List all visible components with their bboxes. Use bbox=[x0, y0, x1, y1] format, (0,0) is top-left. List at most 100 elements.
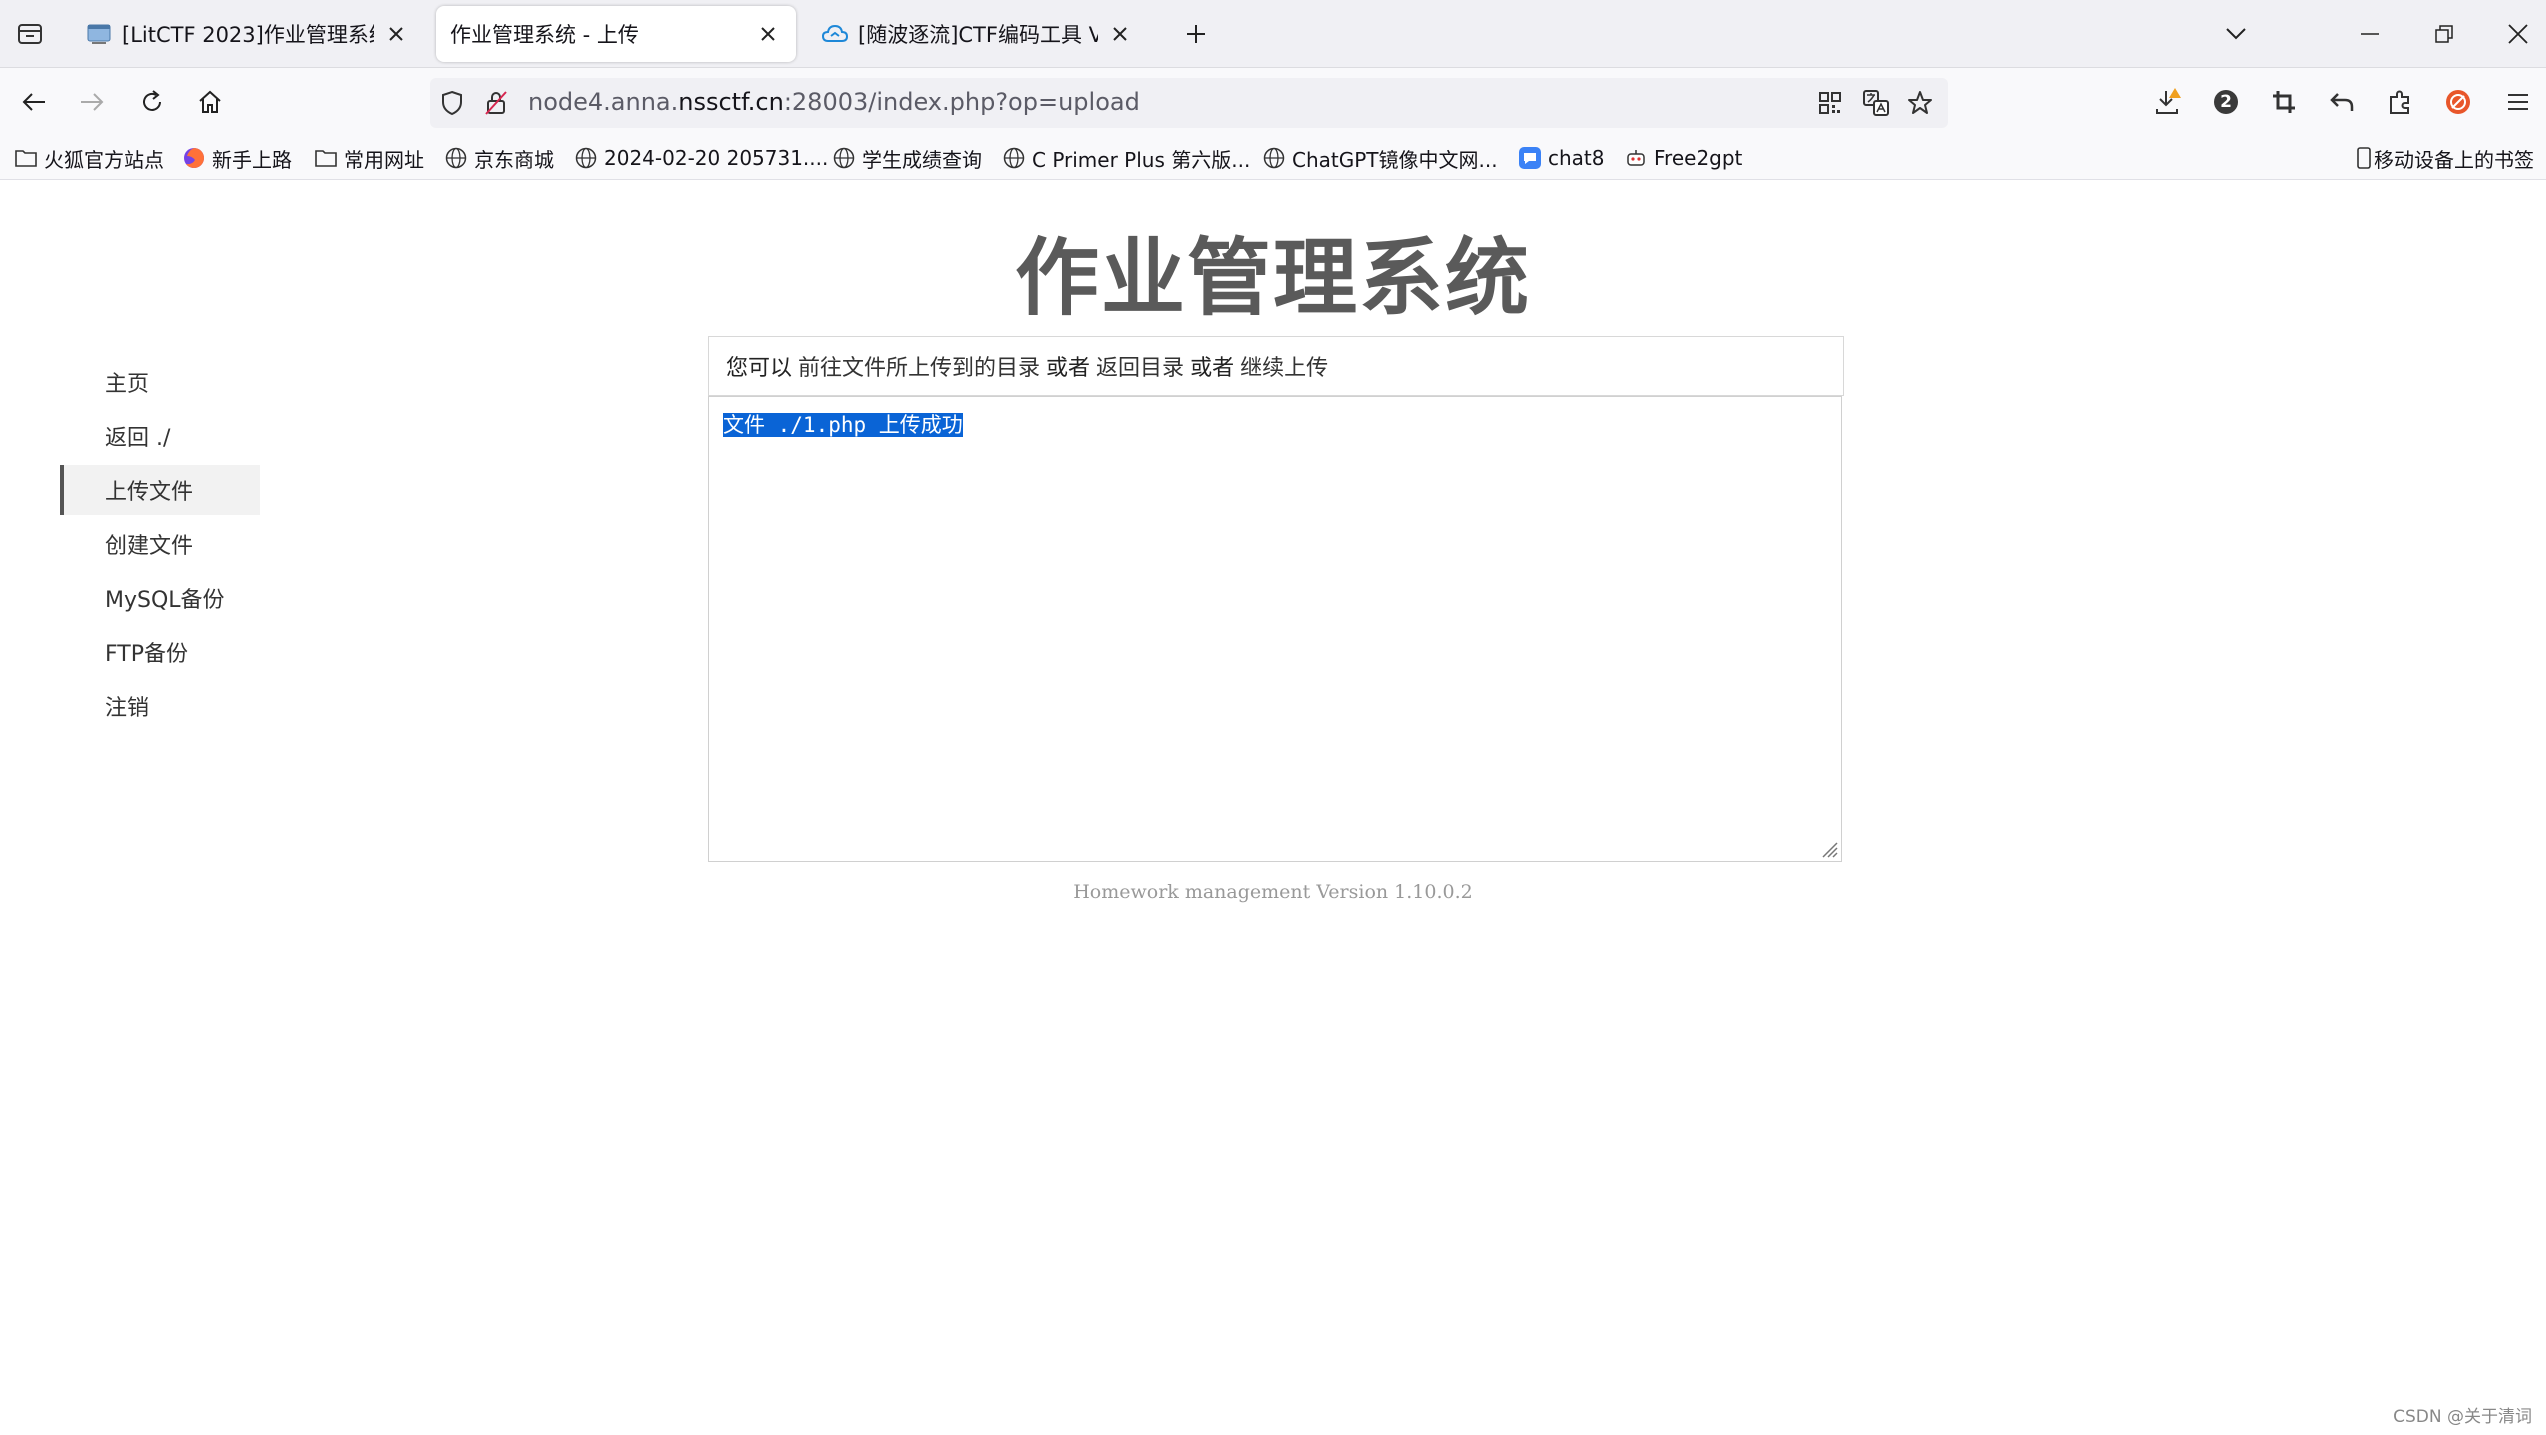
url-text[interactable]: node4.anna.nssctf.cn:28003/index.php?op=… bbox=[528, 88, 1140, 116]
nav-item-create-file[interactable]: 创建文件 bbox=[60, 519, 260, 569]
page-title: 作业管理系统 bbox=[1014, 229, 1531, 327]
upload-result-text: 文件 ./1.php 上传成功 bbox=[723, 413, 963, 437]
download-icon bbox=[2156, 88, 2181, 114]
nav-item-ftp-backup[interactable]: FTP备份 bbox=[60, 627, 260, 677]
bookmark-label: 京东商城 bbox=[474, 147, 554, 172]
tab-title: [随波逐流]CTF编码工具 V5.9 2( bbox=[858, 23, 1098, 47]
nav-item-back[interactable]: 返回 ./ bbox=[60, 411, 260, 461]
tab-list-icon bbox=[18, 24, 42, 44]
new-tab-button[interactable] bbox=[1178, 16, 1214, 52]
tab-title: [LitCTF 2023]作业管理系统 | N bbox=[122, 23, 374, 47]
side-nav: 主页 返回 ./ 上传文件 创建文件 MySQL备份 FTP备份 注销 bbox=[60, 357, 260, 735]
downloads-button[interactable] bbox=[2148, 82, 2188, 122]
globe-icon bbox=[1002, 146, 1026, 170]
close-icon[interactable] bbox=[754, 20, 782, 48]
close-icon bbox=[2508, 24, 2528, 44]
version-footer: Homework management Version 1.10.0.2 bbox=[1073, 881, 1473, 903]
blocked-extension-button[interactable] bbox=[2438, 82, 2478, 122]
bookmark-item[interactable]: ChatGPT镜像中文网... bbox=[1262, 142, 1498, 174]
bookmark-star-icon[interactable] bbox=[1904, 87, 1936, 119]
translate-icon[interactable] bbox=[1860, 87, 1892, 119]
bookmark-label: 新手上路 bbox=[212, 147, 292, 172]
nav-item-upload[interactable]: 上传文件 bbox=[60, 465, 260, 515]
back-to-dir-link[interactable]: 返回目录 bbox=[1096, 350, 1184, 382]
back-button[interactable] bbox=[14, 82, 54, 122]
close-icon[interactable] bbox=[382, 20, 410, 48]
reload-button[interactable] bbox=[132, 82, 172, 122]
tab-ctf-tool[interactable]: [随波逐流]CTF编码工具 V5.9 2( bbox=[808, 6, 1148, 62]
url-bar[interactable]: node4.anna.nssctf.cn:28003/index.php?op=… bbox=[430, 78, 1948, 128]
message-prefix: 您可以 bbox=[726, 356, 793, 381]
bookmark-label: 火狐官方站点 bbox=[44, 147, 164, 172]
bot-icon bbox=[1624, 146, 1648, 170]
bookmark-label: 2024-02-20 205731.... bbox=[604, 146, 829, 170]
globe-icon bbox=[574, 146, 598, 170]
bookmark-item[interactable]: 学生成绩查询 bbox=[832, 142, 982, 174]
account-badge-button[interactable]: 2 bbox=[2206, 82, 2246, 122]
shield-icon[interactable] bbox=[436, 87, 468, 119]
nav-item-mysql-backup[interactable]: MySQL备份 bbox=[60, 573, 260, 623]
undo-icon bbox=[2330, 93, 2354, 111]
bookmark-label: ChatGPT镜像中文网... bbox=[1292, 147, 1498, 172]
mobile-icon bbox=[2356, 146, 2372, 170]
hamburger-icon bbox=[2508, 94, 2528, 110]
url-host: nssctf.cn bbox=[678, 88, 784, 116]
result-textarea[interactable]: 文件 ./1.php 上传成功 bbox=[708, 396, 1842, 862]
bookmark-item[interactable]: chat8 bbox=[1518, 142, 1605, 174]
bookmarks-bar: 火狐官方站点 新手上路 常用网址 京东商城 2024-02-20 205731.… bbox=[0, 136, 2546, 180]
cloud-icon bbox=[822, 21, 848, 47]
list-all-tabs-button[interactable] bbox=[2214, 12, 2258, 56]
bookmark-item[interactable]: 京东商城 bbox=[444, 142, 554, 174]
url-suffix: :28003/index.php?op=upload bbox=[783, 88, 1140, 116]
bookmark-label: C Primer Plus 第六版... bbox=[1032, 147, 1251, 172]
watermark: CSDN @关于清词 bbox=[2393, 1407, 2532, 1427]
tab-list-button[interactable] bbox=[10, 14, 50, 54]
globe-icon bbox=[1262, 146, 1286, 170]
screenshot-button[interactable] bbox=[2264, 82, 2304, 122]
forward-arrow-icon bbox=[81, 93, 104, 111]
undo-button[interactable] bbox=[2322, 82, 2362, 122]
reload-icon bbox=[143, 90, 161, 111]
bookmark-label: chat8 bbox=[1548, 146, 1605, 170]
plus-icon bbox=[1187, 25, 1205, 43]
forward-button[interactable] bbox=[72, 82, 112, 122]
bookmark-item[interactable]: Free2gpt bbox=[1624, 142, 1742, 174]
bookmark-item[interactable]: 常用网址 bbox=[314, 142, 424, 174]
tab-upload[interactable]: 作业管理系统 - 上传 bbox=[436, 6, 796, 62]
close-window-button[interactable] bbox=[2496, 12, 2540, 56]
bookmark-label: 常用网址 bbox=[344, 147, 424, 172]
mobile-bookmarks[interactable]: 移动设备上的书签 bbox=[2356, 142, 2534, 174]
minimize-icon bbox=[2361, 33, 2379, 35]
bookmark-label: Free2gpt bbox=[1654, 146, 1743, 170]
folder-icon bbox=[314, 146, 338, 170]
home-icon bbox=[199, 90, 221, 113]
chevron-down-icon bbox=[2226, 28, 2246, 40]
goto-upload-dir-link[interactable]: 前往文件所上传到的目录 bbox=[798, 350, 1040, 382]
minimize-button[interactable] bbox=[2348, 12, 2392, 56]
message-or: 或者 bbox=[1046, 356, 1091, 381]
globe-icon bbox=[444, 146, 468, 170]
blocked-icon bbox=[2446, 90, 2470, 114]
bookmark-item[interactable]: 火狐官方站点 bbox=[14, 142, 164, 174]
bookmark-item[interactable]: C Primer Plus 第六版... bbox=[1002, 142, 1250, 174]
qrcode-icon[interactable] bbox=[1814, 87, 1846, 119]
bookmark-item[interactable]: 2024-02-20 205731.... bbox=[574, 142, 828, 174]
folder-icon bbox=[14, 146, 38, 170]
url-prefix: node4.anna. bbox=[528, 88, 679, 116]
restore-button[interactable] bbox=[2422, 12, 2466, 56]
tab-litctf[interactable]: [LitCTF 2023]作业管理系统 | N bbox=[72, 6, 424, 62]
puzzle-icon bbox=[2390, 90, 2409, 114]
nav-item-home[interactable]: 主页 bbox=[60, 357, 260, 407]
extensions-button[interactable] bbox=[2380, 82, 2420, 122]
nav-item-logout[interactable]: 注销 bbox=[60, 681, 260, 731]
home-button[interactable] bbox=[190, 82, 230, 122]
firefox-icon bbox=[182, 146, 206, 170]
chat-icon bbox=[1518, 146, 1542, 170]
menu-button[interactable] bbox=[2498, 82, 2538, 122]
resize-grip-icon[interactable] bbox=[1817, 837, 1839, 859]
insecure-lock-icon[interactable] bbox=[480, 87, 512, 119]
continue-upload-link[interactable]: 继续上传 bbox=[1240, 350, 1328, 382]
bookmark-item[interactable]: 新手上路 bbox=[182, 142, 292, 174]
globe-icon bbox=[832, 146, 856, 170]
close-icon[interactable] bbox=[1106, 20, 1134, 48]
